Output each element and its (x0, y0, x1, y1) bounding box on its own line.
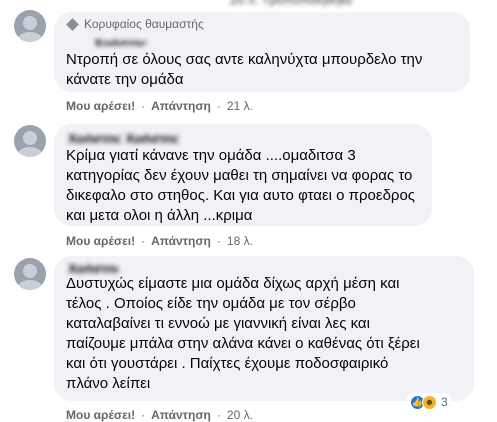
comment-time[interactable]: 21 λ. (227, 99, 253, 113)
like-button[interactable]: Μου αρέσει! (66, 408, 135, 422)
comment-actions: Μου αρέσει! · Απάντηση · 21 λ. (66, 99, 253, 113)
comment-bubble: Χρήστης Δυστυχώς είμαστε μια ομάδα δίχως… (54, 256, 474, 401)
badge-label: Κορυφαίος θαυμαστής (84, 17, 204, 31)
reaction-summary[interactable]: 👍 ☻ 3 (406, 393, 452, 411)
comment-text: Δυστυχώς είμαστε μια ομάδα δίχως αρχή μέ… (66, 275, 420, 392)
comment-author[interactable]: Χρήστης (94, 36, 184, 46)
commenter-avatar[interactable] (14, 258, 46, 290)
comment-author[interactable]: Χρήστης (68, 261, 118, 273)
diamond-icon (66, 17, 79, 31)
like-button[interactable]: Μου αρέσει! (66, 234, 135, 248)
comment-time[interactable]: 20 λ. (227, 408, 253, 422)
reaction-count: 3 (441, 395, 448, 409)
like-button[interactable]: Μου αρέσει! (66, 99, 135, 113)
comment-bubble: Χρήστης Χρήστης Κρίμα γιατί κάνανε την ο… (54, 124, 432, 226)
comment-actions: Μου αρέσει! · Απάντηση · 18 λ. (66, 234, 253, 248)
reply-button[interactable]: Απάντηση (151, 408, 211, 422)
top-fan-badge: Κορυφαίος θαυμαστής (66, 17, 204, 31)
commenter-avatar[interactable] (14, 10, 46, 42)
haha-reaction-icon: ☻ (422, 394, 437, 410)
comment-text: Κρίμα γιατί κάνανε την ομάδα ....ομαδιτσ… (66, 147, 416, 224)
reply-button[interactable]: Απάντηση (151, 234, 211, 248)
comment-text: Ντροπή σε όλους σας αντε καληνύχτα μπουρ… (66, 51, 423, 88)
commenter-avatar[interactable] (14, 125, 46, 157)
comment-actions: Μου αρέσει! · Απάντηση · 20 λ. (66, 408, 253, 422)
previous-comment-actions: 20 λ. Τροποποιήθηκε (230, 0, 353, 7)
comment-bubble: Κορυφαίος θαυμαστής Χρήστης Ντροπή σε όλ… (54, 12, 470, 92)
comment-time[interactable]: 18 λ. (227, 234, 253, 248)
reply-button[interactable]: Απάντηση (151, 99, 211, 113)
comment-author[interactable]: Χρήστης Χρήστης (68, 131, 198, 143)
